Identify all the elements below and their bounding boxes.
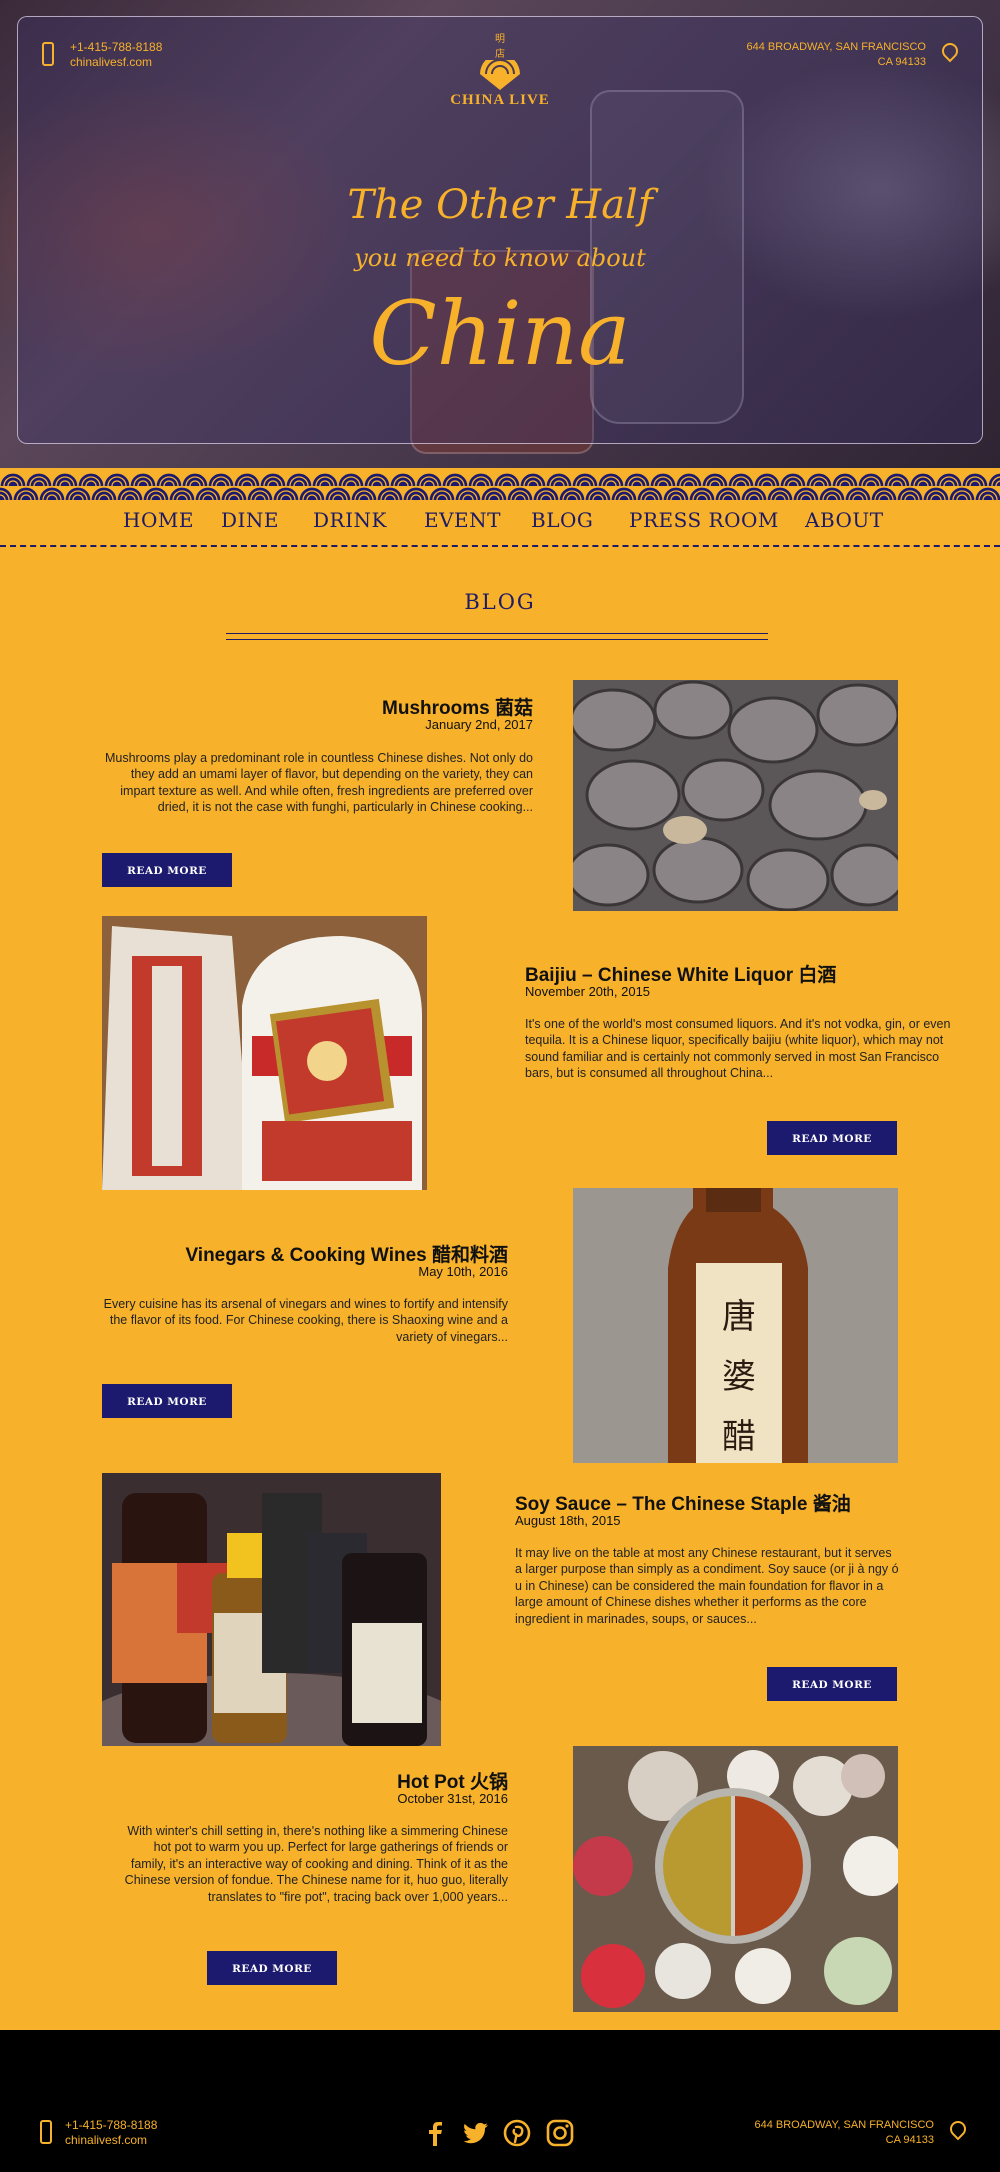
post-excerpt: Every cuisine has its arsenal of vinegar… xyxy=(103,1297,508,1344)
nav-about[interactable]: ABOUT xyxy=(805,508,884,532)
bottle-label-char: 唐 xyxy=(722,1297,756,1337)
post-date: August 18th, 2015 xyxy=(515,1513,621,1528)
read-more-button[interactable]: READ MORE xyxy=(767,1121,897,1155)
nav-dine[interactable]: DINE xyxy=(221,508,279,532)
post-date: November 20th, 2015 xyxy=(525,984,651,999)
post-image-mushrooms[interactable] xyxy=(573,680,898,911)
nav-press-room[interactable]: PRESS ROOM xyxy=(629,508,779,532)
header-address-line1: 644 BROADWAY, SAN FRANCISCO xyxy=(746,41,926,53)
post-image-vinegar[interactable]: 唐 婆 醋 xyxy=(573,1188,898,1463)
read-more-button[interactable]: READ MORE xyxy=(102,1384,232,1418)
title-divider xyxy=(226,633,768,640)
post-excerpt: It may live on the table at most any Chi… xyxy=(515,1546,899,1626)
tagline-line2: you need to know about xyxy=(354,244,646,272)
tagline-line3: China xyxy=(369,282,631,385)
post-title[interactable]: Vinegars & Cooking Wines 醋和料酒 xyxy=(185,1240,508,1267)
nav-drink[interactable]: DRINK xyxy=(313,508,387,532)
post-excerpt: Mushrooms play a predominant role in cou… xyxy=(104,751,533,815)
post-date: October 31st, 2016 xyxy=(397,1791,508,1806)
nav-blog[interactable]: BLOG xyxy=(531,508,593,532)
hero-banner: +1-415-788-8188 chinalivesf.com 明 店 CHIN… xyxy=(0,0,1000,470)
footer-website[interactable]: chinalivesf.com xyxy=(65,2133,157,2148)
post-image-hot-pot[interactable] xyxy=(573,1746,898,2012)
footer-address-line1: 644 BROADWAY, SAN FRANCISCO xyxy=(754,2119,934,2131)
footer-contact: +1-415-788-8188 chinalivesf.com xyxy=(40,2118,157,2148)
footer-address-line2: CA 94133 xyxy=(885,2134,934,2146)
logo-name: CHINA LIVE xyxy=(450,92,550,108)
post-excerpt: With winter's chill setting in, there's … xyxy=(124,1824,508,1904)
header-website[interactable]: chinalivesf.com xyxy=(70,55,162,70)
post-image-soy-sauce[interactable] xyxy=(102,1473,441,1746)
header-contact: +1-415-788-8188 chinalivesf.com xyxy=(42,40,162,70)
logo-chars: 明 店 xyxy=(495,34,543,60)
post-date: January 2nd, 2017 xyxy=(425,717,533,732)
header-address-line2: CA 94133 xyxy=(877,56,926,68)
post-excerpt: It's one of the world's most consumed li… xyxy=(525,1017,951,1081)
instagram-icon[interactable] xyxy=(545,2118,575,2148)
tagline-line1: The Other Half xyxy=(347,182,653,228)
post-title[interactable]: Mushrooms 菌菇 xyxy=(382,693,533,720)
logo[interactable]: 明 店 CHINA LIVE xyxy=(420,30,580,109)
read-more-button[interactable]: READ MORE xyxy=(207,1951,337,1985)
bottle-label-char: 婆 xyxy=(722,1357,756,1397)
post-title[interactable]: Soy Sauce – The Chinese Staple 酱油 xyxy=(515,1489,851,1516)
footer: +1-415-788-8188 chinalivesf.com 644 BROA… xyxy=(0,2030,1000,2172)
scallop-pattern xyxy=(0,468,1000,500)
header-address: 644 BROADWAY, SAN FRANCISCO CA 94133 xyxy=(746,39,962,70)
post-title[interactable]: Hot Pot 火锅 xyxy=(397,1767,508,1794)
fan-logo-icon xyxy=(480,60,520,90)
facebook-icon[interactable] xyxy=(420,2118,450,2148)
nav-divider xyxy=(0,545,1000,547)
bottle-label-char: 醋 xyxy=(722,1417,756,1457)
twitter-icon[interactable] xyxy=(460,2118,490,2148)
nav-home[interactable]: HOME xyxy=(123,508,194,532)
page-title: BLOG xyxy=(464,590,536,614)
nav-event[interactable]: EVENT xyxy=(424,508,501,532)
main-nav: HOME DINE DRINK EVENT BLOG PRESS ROOM AB… xyxy=(0,500,1000,544)
header-phone[interactable]: +1-415-788-8188 xyxy=(70,40,162,55)
read-more-button[interactable]: READ MORE xyxy=(102,853,232,887)
location-pin-icon xyxy=(946,2117,970,2141)
footer-phone[interactable]: +1-415-788-8188 xyxy=(65,2118,157,2133)
pinterest-icon[interactable] xyxy=(502,2118,532,2148)
post-title[interactable]: Baijiu – Chinese White Liquor 白酒 xyxy=(525,960,836,987)
read-more-button[interactable]: READ MORE xyxy=(767,1667,897,1701)
location-pin-icon xyxy=(938,39,962,63)
phone-icon xyxy=(42,42,54,66)
phone-icon xyxy=(40,2120,52,2144)
footer-address: 644 BROADWAY, SAN FRANCISCO CA 94133 xyxy=(754,2117,970,2148)
post-image-baijiu[interactable] xyxy=(102,916,427,1190)
post-date: May 10th, 2016 xyxy=(418,1264,508,1279)
